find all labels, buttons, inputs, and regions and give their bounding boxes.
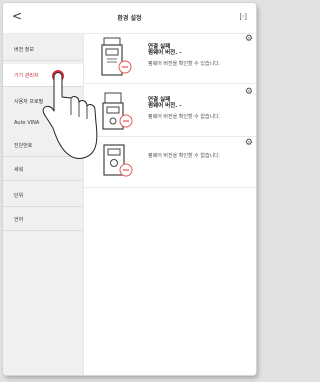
gear-icon[interactable]: ⚙: [245, 138, 253, 148]
device-icon: [102, 92, 133, 130]
device-icon: [103, 144, 133, 177]
device-note: 펌웨어 버전을 확인할 수 없습니다.: [148, 153, 221, 159]
device-note: 펌웨어 버전을 확인할 수 있습니다.: [148, 61, 221, 67]
divider: [84, 83, 256, 84]
page-title: 환경 설정: [117, 15, 142, 22]
sidebar-item-language[interactable]: 언어: [3, 208, 83, 231]
device-row[interactable]: ⚙ 펌웨어 버전을 확인할 수 없습니다.: [84, 138, 256, 188]
device-note: 펌웨어 버전을 확인할 수 없습니다.: [148, 114, 221, 120]
fit-screen-icon[interactable]: [◦]: [239, 13, 247, 21]
gear-icon[interactable]: ⚙: [245, 34, 253, 44]
sidebar-item-label: 버전 정보: [14, 47, 34, 53]
device-icon: [101, 37, 132, 76]
device-row[interactable]: ⚙ 연결 실패 펌웨어 버전. - 펌웨어 버전을 확인할 수 있습니다.: [84, 34, 256, 84]
sidebar-item-unit[interactable]: 단위: [3, 184, 83, 207]
hand-pointer-icon: [42, 70, 98, 159]
device-screen: < 환경 설정 [◦] 버전 정보 기기 관리자 사용자 프로필 Auto VI…: [3, 3, 256, 375]
gear-icon[interactable]: ⚙: [245, 87, 253, 97]
sidebar-item-label: 단위: [14, 193, 24, 199]
divider: [84, 136, 256, 137]
divider: [84, 187, 256, 188]
firmware-version: 펌웨어 버전. -: [148, 50, 182, 56]
device-row[interactable]: ⚙ 연결 실패 펌웨어 버전. - 펌웨어 버전을 확인할 수 없습니다.: [84, 87, 256, 137]
sidebar-item-label: Auto VINA: [14, 120, 40, 126]
sidebar-item-label: 진단번호: [14, 143, 33, 149]
top-bar: < 환경 설정 [◦]: [3, 3, 256, 34]
sidebar-item-label: 기기 관리자: [14, 73, 39, 79]
firmware-version: 펌웨어 버전. -: [148, 103, 182, 109]
sidebar-item-version-info[interactable]: 버전 정보: [3, 38, 83, 61]
sidebar-item-label: 세워: [14, 167, 24, 173]
sidebar-item-label: 언어: [14, 217, 24, 223]
